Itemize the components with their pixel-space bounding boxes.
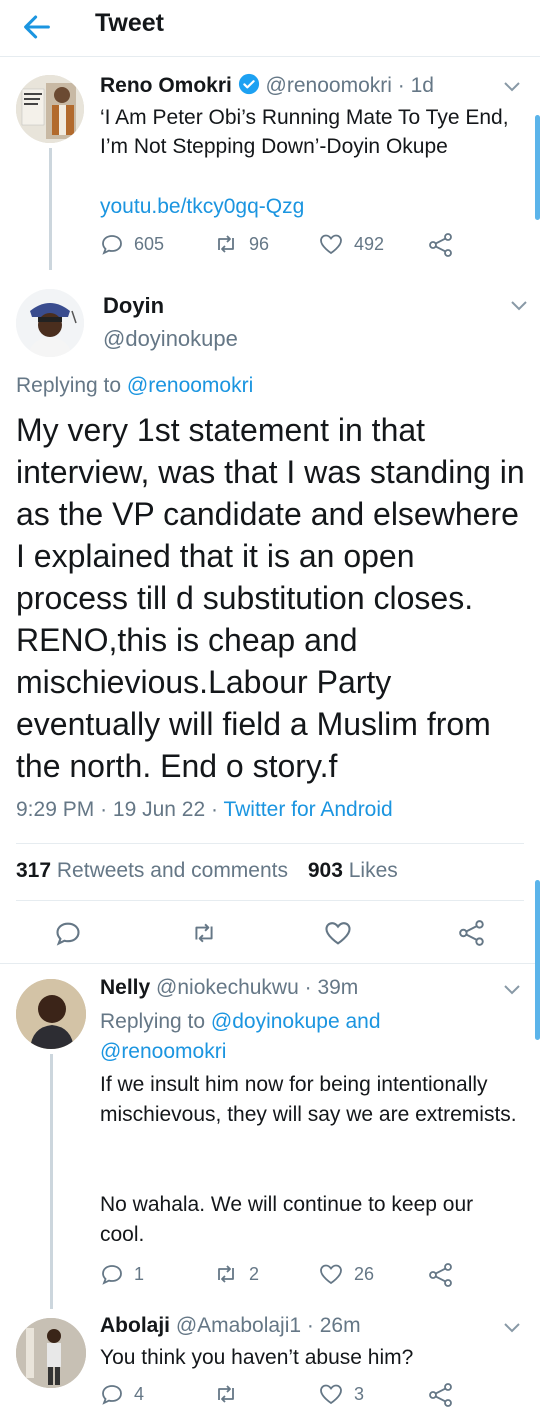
tweet-date: 19 Jun 22 (112, 798, 206, 821)
tweet-text: If we insult him now for being intention… (100, 1073, 517, 1126)
author-handle[interactable]: @renoomokri (266, 74, 392, 97)
retweet-icon (218, 235, 234, 253)
scrollbar[interactable] (535, 880, 540, 1040)
divider (16, 900, 524, 901)
retweets-label: Retweets and comments (56, 859, 288, 882)
share-icon[interactable] (428, 1382, 454, 1408)
thread-line (49, 148, 52, 270)
likes-stat[interactable]: 903 Likes (308, 859, 398, 882)
tweet-link[interactable]: youtu.be/tkcy0gq-Qzg (100, 192, 304, 221)
avatar[interactable] (16, 75, 84, 143)
reply-button[interactable]: 1 (100, 1262, 144, 1286)
author-handle[interactable]: @Amabolaji1 (176, 1314, 301, 1337)
replying-prefix: Replying to (16, 374, 122, 397)
tweet-source[interactable]: Twitter for Android (223, 798, 392, 821)
replying-to-line: Replying to @doyinokupe and @renoomokri (100, 1007, 520, 1067)
tweet-text: ‘I Am Peter Obi’s Running Mate To Tye En… (100, 106, 509, 158)
heart-icon (320, 1264, 342, 1285)
replying-to-link[interactable]: @renoomokri (127, 374, 253, 397)
page-title: Tweet (95, 9, 164, 37)
share-icon[interactable] (428, 1262, 454, 1288)
avatar[interactable] (16, 289, 84, 357)
tweet-time: 9:29 PM (16, 798, 95, 821)
engagement-stats: 317 Retweets and comments 903 Likes (16, 859, 398, 883)
retweets-count: 317 (16, 859, 52, 882)
likes-label: Likes (348, 859, 398, 882)
reply-button[interactable]: 605 (100, 232, 164, 256)
tweet-text: No wahala. We will continue to keep our … (100, 1193, 474, 1246)
avatar[interactable] (16, 1318, 86, 1388)
retweet-icon[interactable] (189, 920, 219, 946)
scrollbar[interactable] (535, 115, 540, 220)
author-name[interactable]: Abolaji (100, 1314, 170, 1337)
author-handle[interactable]: @doyinokupe (103, 326, 238, 352)
heart-icon[interactable] (323, 919, 353, 947)
reply-button[interactable]: 4 (100, 1382, 144, 1406)
replying-to-line: Replying to @renoomokri (16, 374, 253, 398)
dot-separator: · (211, 798, 218, 821)
author-name[interactable]: Doyin (103, 293, 164, 319)
reply-icon (102, 1265, 122, 1285)
retweet-button[interactable]: 96 (213, 232, 269, 256)
likes-count: 903 (307, 859, 343, 882)
chevron-down-icon[interactable] (503, 81, 521, 93)
replying-to-link[interactable]: @doyinokupe (211, 1010, 340, 1033)
like-button[interactable]: 3 (318, 1382, 364, 1406)
heart-icon (320, 1384, 342, 1405)
heart-icon (320, 234, 342, 255)
replying-and: and (345, 1010, 381, 1033)
tweet-text: You think you haven’t abuse him? (100, 1346, 414, 1369)
author-name[interactable]: Reno Omokri (100, 74, 232, 97)
author-handle[interactable]: @niokechukwu (156, 976, 299, 999)
retweet-count: 96 (249, 233, 270, 254)
tweet-header: Abolaji @Amabolaji1 · 26m (100, 1314, 361, 1338)
tweet-time: · 39m (304, 976, 359, 999)
reply-icon[interactable] (54, 919, 82, 947)
retweet-button[interactable] (213, 1382, 249, 1406)
reply-count: 1 (134, 1263, 145, 1284)
chevron-down-icon[interactable] (510, 300, 528, 312)
like-button[interactable]: 26 (318, 1262, 374, 1286)
like-count: 26 (354, 1263, 375, 1284)
retweet-icon (218, 1265, 234, 1283)
share-icon[interactable] (458, 919, 486, 947)
divider (0, 963, 540, 964)
thread-line (50, 1054, 53, 1309)
tweet-time: · 1d (397, 74, 434, 97)
avatar[interactable] (16, 979, 86, 1049)
reply-count: 4 (134, 1383, 145, 1404)
like-button[interactable]: 492 (318, 232, 384, 256)
retweet-icon (218, 1385, 234, 1403)
retweet-count: 2 (249, 1263, 260, 1284)
like-count: 492 (354, 233, 385, 254)
chevron-down-icon[interactable] (503, 984, 521, 996)
tweet-time: · 26m (306, 1314, 361, 1337)
tweet-meta: 9:29 PM · 19 Jun 22 · Twitter for Androi… (16, 798, 393, 822)
dot-separator: · (100, 798, 108, 821)
reply-count: 605 (134, 233, 165, 254)
chevron-down-icon[interactable] (503, 1322, 521, 1334)
retweet-button[interactable]: 2 (213, 1262, 259, 1286)
divider (16, 843, 524, 844)
reply-icon (102, 235, 122, 255)
tweet-text: My very 1st statement in that interview,… (16, 412, 525, 784)
top-bar: Tweet (0, 0, 540, 57)
tweet-header: Reno Omokri @renoomokri · 1d (100, 73, 434, 101)
verified-badge-icon (238, 73, 260, 101)
back-arrow-icon[interactable] (20, 10, 54, 44)
like-count: 3 (354, 1383, 365, 1404)
author-name[interactable]: Nelly (100, 976, 150, 999)
replying-to-link[interactable]: @renoomokri (100, 1040, 226, 1063)
tweet-header: Nelly @niokechukwu · 39m (100, 976, 358, 1000)
replying-prefix: Replying to (100, 1010, 206, 1033)
share-icon[interactable] (428, 232, 454, 258)
retweets-stat[interactable]: 317 Retweets and comments (16, 859, 294, 882)
reply-icon (102, 1385, 122, 1405)
